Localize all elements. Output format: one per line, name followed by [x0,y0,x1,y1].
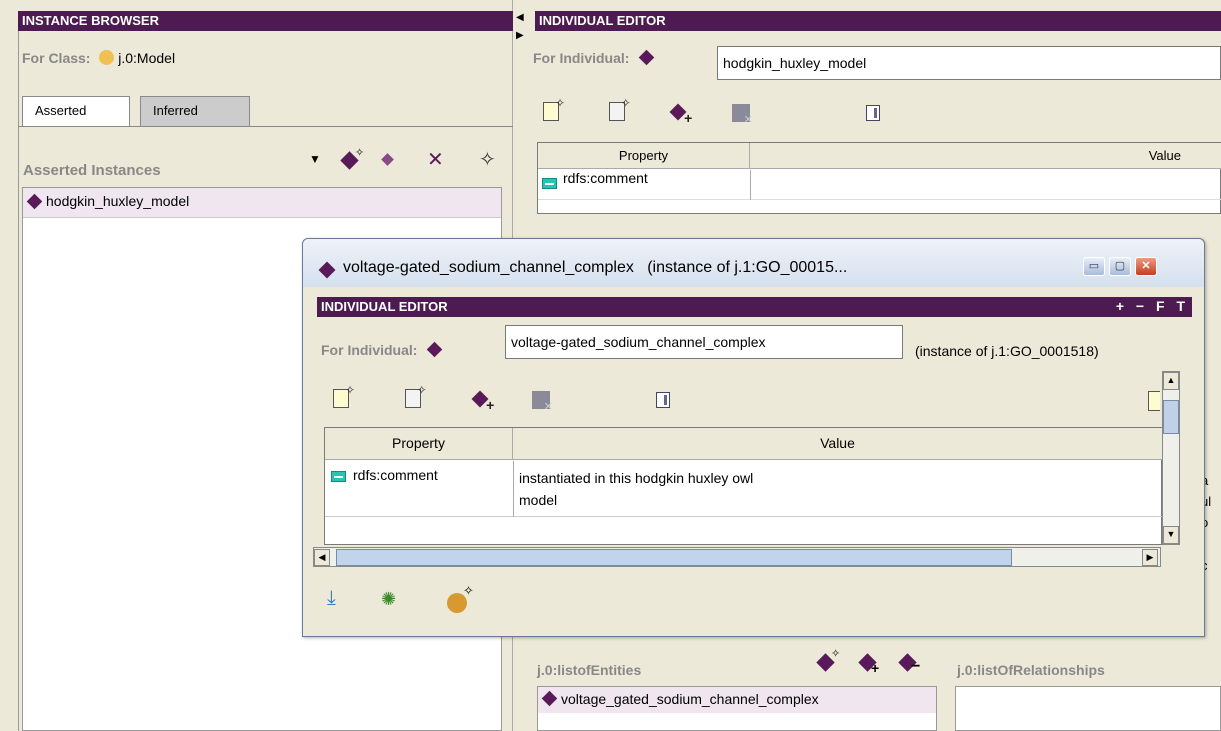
list-relationships-label: j.0:listOfRelationships [957,662,1105,678]
horizontal-scrollbar[interactable]: ◀ ▶ [313,547,1161,567]
dialog-instance-of: (instance of j.1:GO_0001518) [915,343,1099,359]
relationships-list [955,686,1221,731]
dialog-diamond-icon [318,261,336,279]
clone-instance-icon[interactable] [381,153,394,166]
add-property-icon[interactable]: ✧ [541,97,565,122]
tab-bar: Asserted Inferred [22,96,252,126]
add-instance-value-icon[interactable]: + [669,102,692,125]
dialog-view-panel-icon[interactable] [652,389,674,411]
individual-diamond-icon [639,49,655,66]
for-individual-row: For Individual: [533,49,655,66]
dialog-column-header-value[interactable]: Value [513,428,1163,460]
scroll-left-button[interactable]: ◀ [314,549,330,566]
dialog-title: voltage-gated_sodium_channel_complex (in… [343,259,848,276]
individual-name-field[interactable]: hodgkin_huxley_model [717,46,1221,80]
dialog-add-datatype-icon[interactable]: ✧ [403,384,427,409]
asserted-instances-title: Asserted Instances [23,162,161,179]
for-class-label: For Class: [22,50,91,66]
individual-dialog: voltage-gated_sodium_channel_complex (in… [302,238,1205,637]
minus-header-button[interactable]: − [1136,298,1145,314]
class-circle-icon [99,50,115,65]
vertical-scroll-thumb[interactable] [1163,400,1179,434]
instance-toolbar: ▼ ✧ ✕ ✧ [303,147,503,172]
annotation-property-icon [542,177,557,189]
instance-label: hodgkin_huxley_model [46,193,190,209]
scroll-up-button[interactable]: ▲ [1163,372,1179,390]
table-row[interactable]: rdfs:comment instantiated in this hodgki… [325,461,1163,517]
minimize-button[interactable]: ▭ [1083,257,1105,276]
dialog-bottom-toolbar: ⤓ ✺ ✧ [323,583,523,615]
dialog-property-cell: rdfs:comment [353,467,438,483]
column-divider [750,170,751,200]
header-buttons: + − F T [1116,298,1186,314]
dialog-editor-header: INDIVIDUAL EDITOR + − F T [317,297,1192,317]
for-class-row: For Class: j.0:Model [22,50,175,66]
dialog-editor-header-text: INDIVIDUAL EDITOR [321,299,448,314]
horizontal-scroll-thumb[interactable] [336,549,1012,566]
right-toolbar: ✧ ✧ + [541,97,880,130]
vertical-scrollbar[interactable]: ▲ ▼ [1162,371,1180,545]
dialog-remove-value-icon[interactable] [530,389,553,413]
bug-icon[interactable]: ✺ [381,589,396,610]
plus-icon: + [871,660,880,676]
table-row[interactable]: rdfs:comment [538,170,1221,200]
dialog-add-instance-value-icon[interactable]: + [471,389,494,412]
collapse-left-icon[interactable]: ◀ [516,12,524,23]
class-name: j.0:Model [118,50,176,66]
list-item[interactable]: voltage_gated_sodium_channel_complex [538,687,936,713]
star-icon: ✧ [463,583,474,598]
entity-diamond-icon [541,690,558,707]
column-header-property[interactable]: Property [538,143,750,169]
close-button[interactable]: ✕ [1135,257,1157,276]
view-panel-icon[interactable] [862,102,884,124]
entities-toolbar: ✧ + − [809,648,949,676]
collapse-right-icon[interactable]: ▶ [516,30,524,41]
dialog-column-header-property[interactable]: Property [325,428,513,460]
property-cell: rdfs:comment [563,170,648,186]
dialog-value-cell: instantiated in this hodgkin huxley owl … [519,470,754,508]
dialog-for-individual-label: For Individual: [321,342,418,358]
star-icon: ✧ [355,147,365,159]
remove-value-icon[interactable] [730,102,753,126]
dialog-titlebar[interactable]: voltage-gated_sodium_channel_complex (in… [303,239,1204,287]
import-icon[interactable]: ⤓ [327,587,336,610]
maximize-button[interactable]: ▢ [1109,257,1131,276]
dialog-property-table: Property Value rdfs:comment instantiated… [324,427,1163,545]
t-header-button[interactable]: T [1176,298,1186,314]
right-property-table: Property Value rdfs:comment [537,142,1221,214]
dialog-doc-icon-partial [1148,391,1160,411]
dialog-for-individual-row: For Individual: [321,341,443,358]
list-item[interactable]: hodgkin_huxley_model [23,188,501,218]
f-header-button[interactable]: F [1156,298,1166,314]
dialog-individual-name-field[interactable]: voltage-gated_sodium_channel_complex [505,325,903,359]
minus-icon: − [911,658,921,675]
column-divider [513,461,514,517]
scroll-right-button[interactable]: ▶ [1142,549,1158,566]
star-icon: ✧ [831,648,841,660]
scroll-down-button[interactable]: ▼ [1163,526,1179,544]
dialog-toolbar: ✧ ✧ + [331,384,670,417]
column-header-value[interactable]: Value [750,143,1221,169]
entity-label: voltage_gated_sodium_channel_complex [561,691,819,707]
instance-browser-header: INSTANCE BROWSER [18,11,513,31]
instance-diamond-icon [26,193,43,210]
for-individual-label: For Individual: [533,50,630,66]
tab-content-border [18,126,513,127]
list-entities-label: j.0:listofEntities [537,662,642,678]
new-class-icon[interactable]: ✧ [479,147,496,172]
window-buttons: ▭ ▢ ✕ [1079,257,1157,276]
annotation-property-icon [331,471,346,482]
add-datatype-icon[interactable]: ✧ [607,97,631,122]
add-header-button[interactable]: + [1116,298,1125,314]
dialog-add-property-icon[interactable]: ✧ [331,384,355,409]
tab-inferred[interactable]: Inferred [140,96,250,126]
dropdown-arrow-icon[interactable]: ▼ [309,152,321,166]
delete-instance-icon[interactable]: ✕ [427,147,444,172]
tab-asserted[interactable]: Asserted [22,96,130,126]
dialog-individual-diamond-icon [427,341,443,358]
individual-editor-header: INDIVIDUAL EDITOR [535,11,1221,31]
entities-list: voltage_gated_sodium_channel_complex [537,686,937,731]
